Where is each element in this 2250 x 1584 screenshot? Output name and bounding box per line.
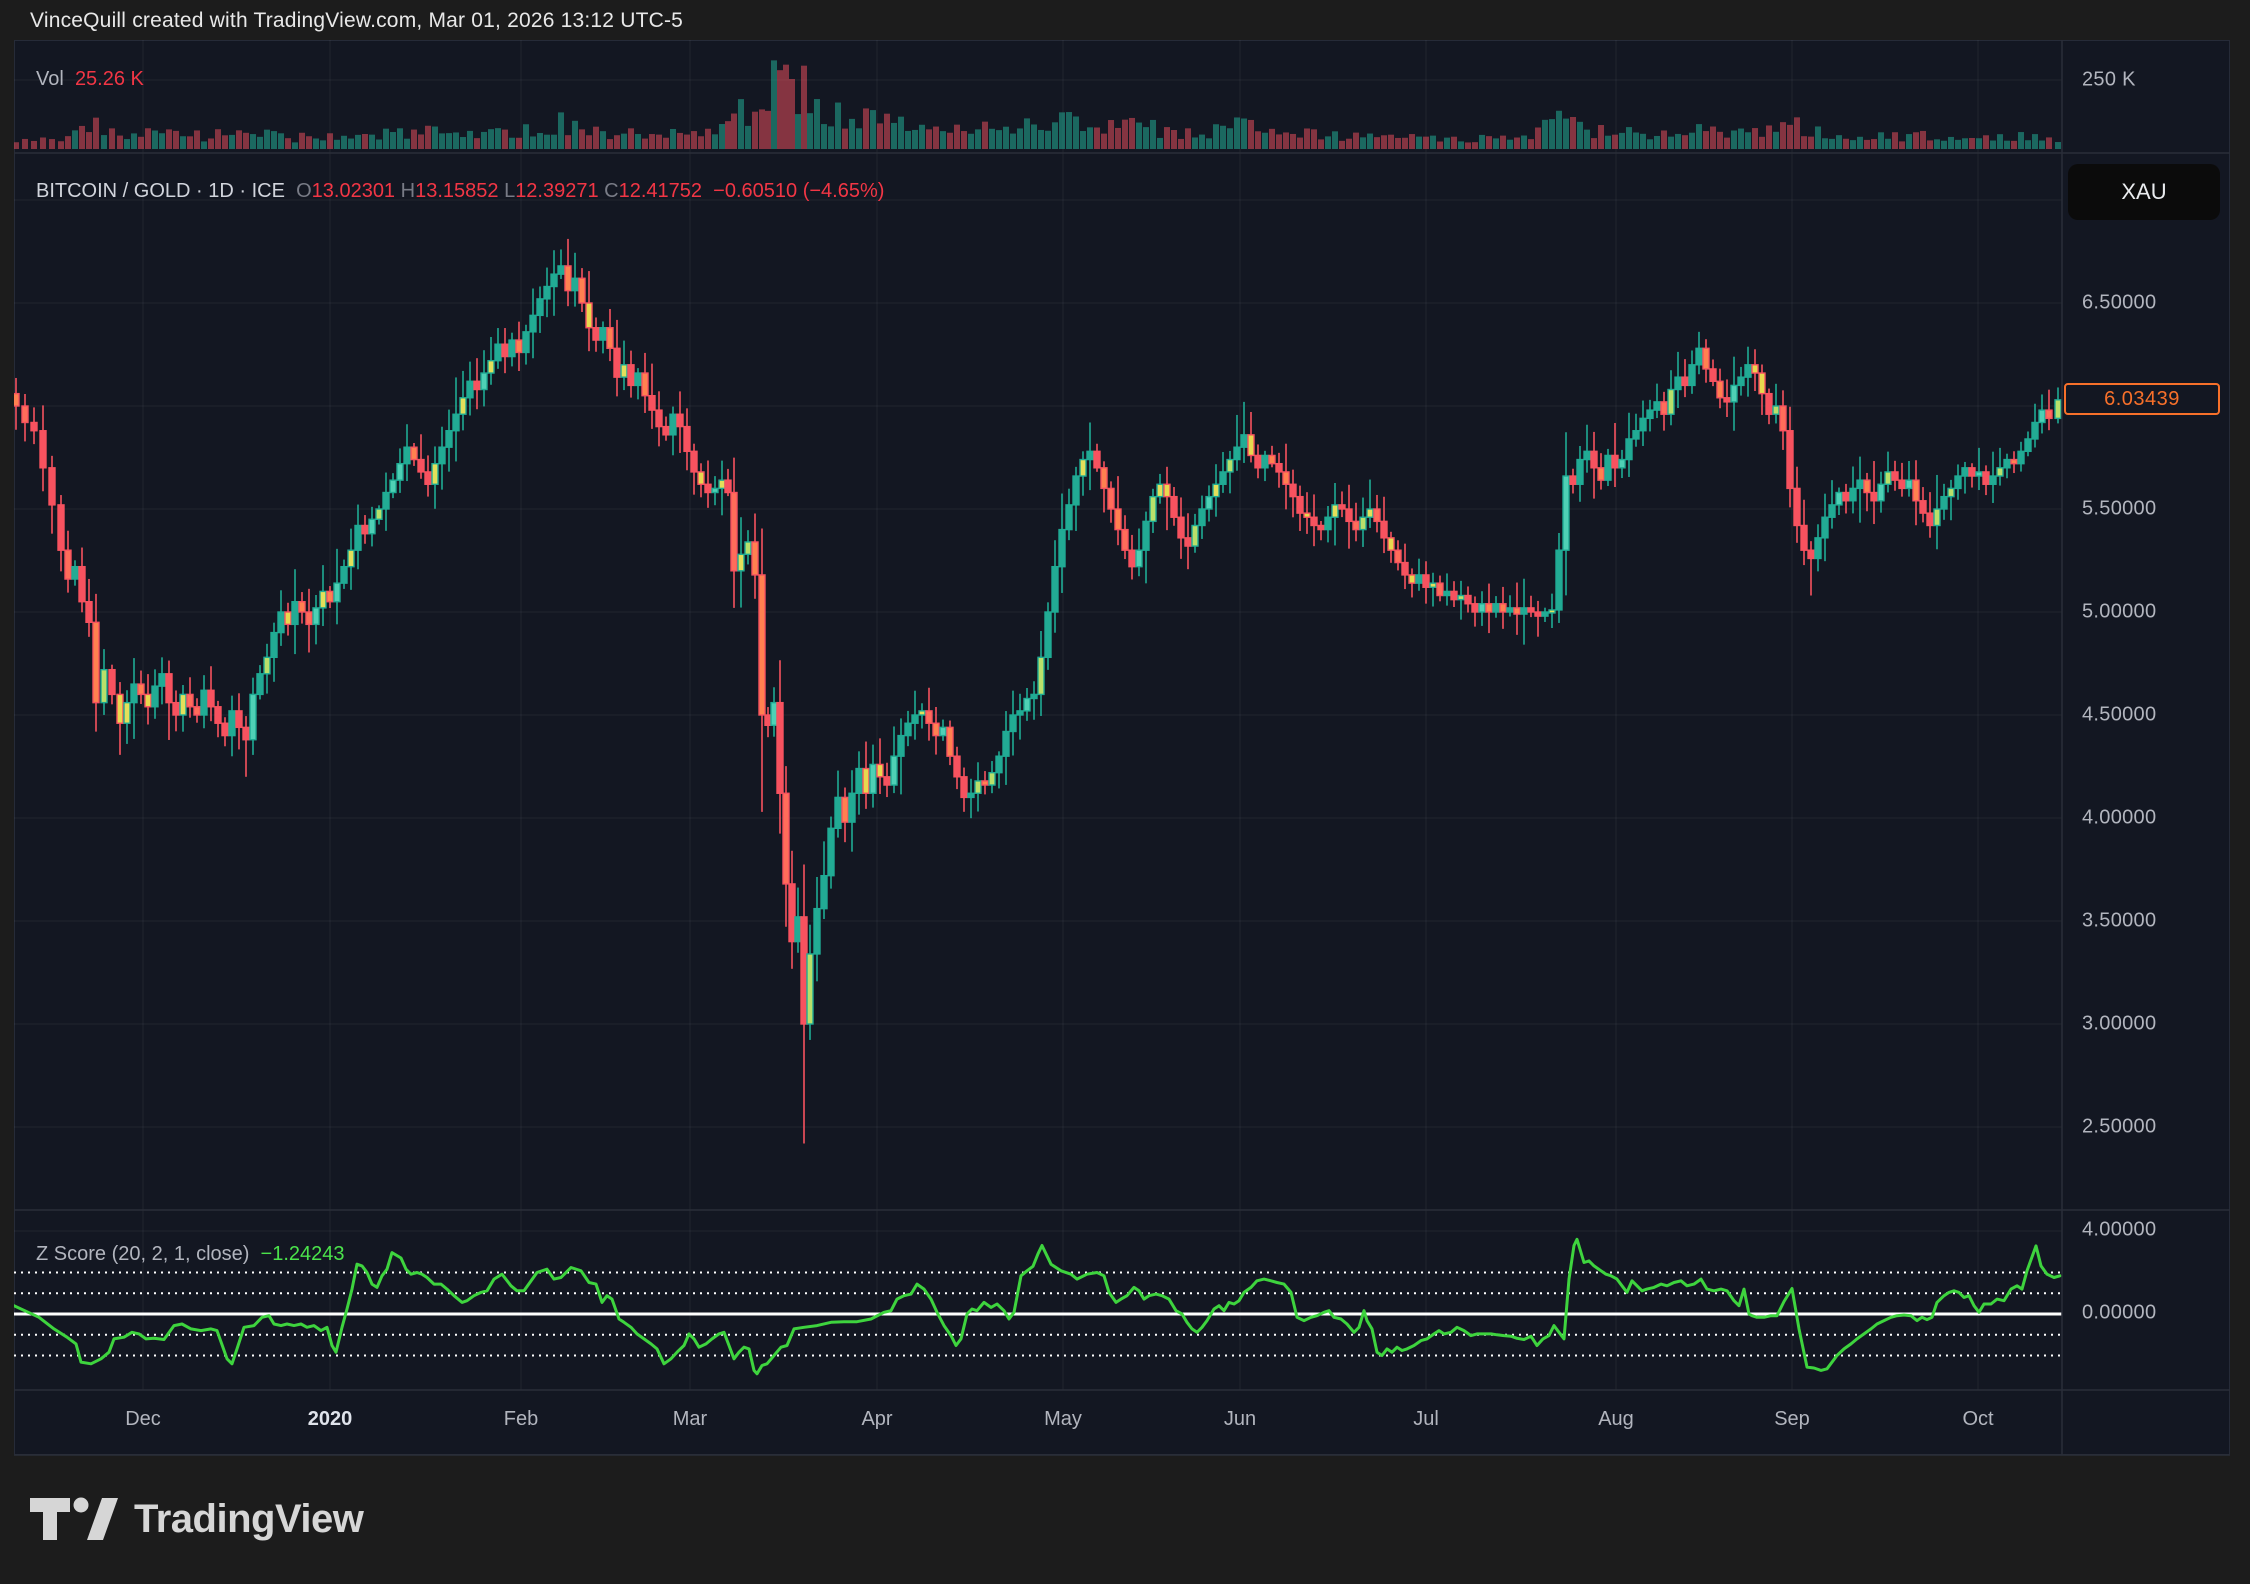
time-axis-label-apr: Apr bbox=[861, 1408, 892, 1431]
zscore-axis-label: 4.00000 bbox=[2082, 1219, 2156, 1242]
last-price-badge: 6.03439 bbox=[2064, 383, 2220, 415]
time-axis-label-feb: Feb bbox=[504, 1408, 538, 1431]
price-axis-label: 5.50000 bbox=[2082, 498, 2156, 521]
time-axis-label-mar: Mar bbox=[673, 1408, 707, 1431]
time-axis-label-may: May bbox=[1044, 1408, 1082, 1431]
candlesticks bbox=[13, 239, 2061, 1144]
volume-bars bbox=[13, 60, 2061, 149]
volume-label: Vol bbox=[36, 68, 64, 91]
open-label: O bbox=[296, 180, 312, 203]
zscore-axis-label: 0.00000 bbox=[2082, 1302, 2156, 1325]
low-label: L bbox=[504, 180, 515, 203]
price-axis-label: 4.50000 bbox=[2082, 704, 2156, 727]
time-axis-label-oct: Oct bbox=[1962, 1408, 1993, 1431]
price-axis-label: 3.50000 bbox=[2082, 910, 2156, 933]
chart-canvas[interactable] bbox=[0, 0, 2250, 1584]
price-axis-label: 5.00000 bbox=[2082, 601, 2156, 624]
legend-separator: · bbox=[234, 180, 252, 203]
tradingview-logo-text: TradingView bbox=[134, 1497, 363, 1542]
interval-label: 1D bbox=[208, 180, 234, 203]
volume-axis-label: 250 K bbox=[2082, 69, 2136, 92]
tradingview-logo-icon bbox=[28, 1494, 120, 1544]
zscore-value: −1.24243 bbox=[261, 1243, 345, 1266]
zscore-legend[interactable]: Z Score (20, 2, 1, close) −1.24243 bbox=[36, 1243, 345, 1266]
symbol-legend[interactable]: BITCOIN / GOLD · 1D · ICE O 13.02301 H 1… bbox=[36, 180, 884, 203]
open-value: 13.02301 bbox=[312, 180, 395, 203]
low-value: 12.39271 bbox=[515, 180, 598, 203]
close-value: 12.41752 bbox=[619, 180, 702, 203]
time-axis-label-jun: Jun bbox=[1224, 1408, 1256, 1431]
close-label: C bbox=[604, 180, 618, 203]
high-label: H bbox=[401, 180, 415, 203]
currency-button-xau[interactable]: XAU bbox=[2068, 164, 2220, 220]
time-axis-label-dec: Dec bbox=[125, 1408, 161, 1431]
price-axis-label: 6.50000 bbox=[2082, 292, 2156, 315]
price-axis-label: 2.50000 bbox=[2082, 1116, 2156, 1139]
legend-separator: · bbox=[190, 180, 208, 203]
time-axis-label-aug: Aug bbox=[1598, 1408, 1634, 1431]
high-value: 13.15852 bbox=[415, 180, 498, 203]
time-axis-label-jul: Jul bbox=[1413, 1408, 1439, 1431]
tradingview-branding[interactable]: TradingView bbox=[28, 1494, 363, 1544]
zscore-label: Z Score (20, 2, 1, close) bbox=[36, 1243, 249, 1266]
exchange-label: ICE bbox=[252, 180, 285, 203]
volume-legend[interactable]: Vol 25.26 K bbox=[36, 68, 144, 91]
time-axis-label-2020: 2020 bbox=[308, 1408, 353, 1431]
price-axis-label: 3.00000 bbox=[2082, 1013, 2156, 1036]
price-axis-label: 4.00000 bbox=[2082, 807, 2156, 830]
volume-value: 25.26 K bbox=[75, 68, 144, 91]
time-axis-label-sep: Sep bbox=[1774, 1408, 1810, 1431]
tradingview-chart-page: { "header": { "watermark": "VinceQuill c… bbox=[0, 0, 2250, 1584]
symbol-title: BITCOIN / GOLD bbox=[36, 180, 190, 203]
change-value: −0.60510 (−4.65%) bbox=[713, 180, 884, 203]
